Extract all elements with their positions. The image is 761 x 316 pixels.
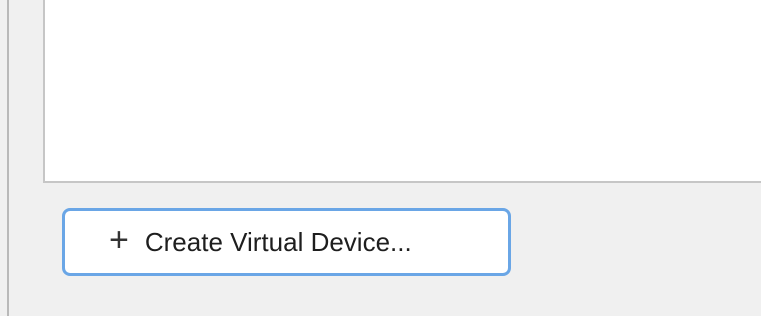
create-virtual-device-label: Create Virtual Device... bbox=[144, 226, 412, 257]
create-virtual-device-button[interactable]: + Create Virtual Device... bbox=[62, 208, 511, 276]
device-manager-window: + Create Virtual Device... bbox=[0, 0, 761, 316]
window-left-border bbox=[7, 0, 9, 316]
device-list-panel[interactable] bbox=[43, 0, 761, 183]
plus-icon: + bbox=[109, 221, 129, 259]
